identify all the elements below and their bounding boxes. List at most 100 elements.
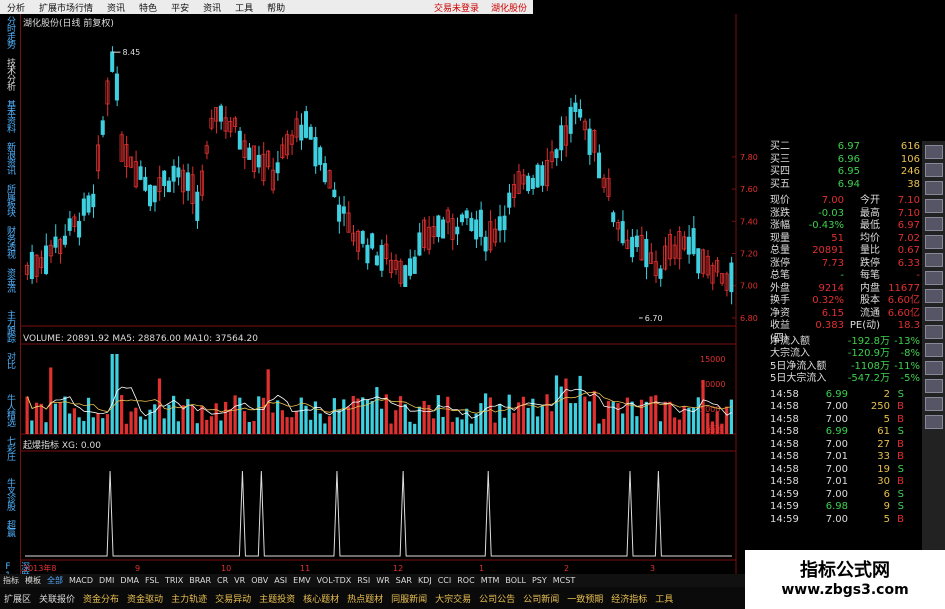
tick-volume: 6 [883, 488, 890, 500]
left-tab[interactable]: 牛人精选 [2, 394, 18, 434]
indicator-tab[interactable]: OBV [248, 576, 271, 585]
left-tab[interactable]: 基本资料 [2, 100, 18, 140]
left-tab[interactable]: 分时走势 [2, 16, 18, 56]
menu-item[interactable]: 资讯 [100, 1, 132, 14]
tool-icon[interactable] [925, 415, 943, 429]
stat-label: 换手 [770, 295, 790, 306]
indicator-tab[interactable]: MACD [66, 576, 96, 585]
bottom-bar-item[interactable]: 公司新闻 [519, 592, 563, 605]
candle-body [176, 167, 181, 178]
candle-body [256, 154, 261, 168]
indicator-tab[interactable]: KDJ [415, 576, 435, 585]
volume-bar [110, 354, 114, 434]
menu-status[interactable]: 交易未登录 [428, 1, 485, 14]
menu-item[interactable]: 特色 [132, 1, 164, 14]
volume-bar [242, 411, 247, 434]
indicator-tab[interactable]: BOLL [502, 576, 529, 585]
indicator-tab[interactable]: 模板 [22, 575, 44, 586]
tool-icon[interactable] [925, 145, 943, 159]
menu-status[interactable]: 湖化股份 [485, 1, 533, 14]
bottom-bar-item[interactable]: 资金驱动 [123, 592, 167, 605]
left-tab[interactable]: 资金流 [2, 268, 18, 308]
left-tab[interactable]: 七彩庄 [2, 436, 18, 476]
tool-icon[interactable] [925, 397, 943, 411]
left-tab[interactable]: 技术分析 [2, 58, 18, 98]
tool-icon[interactable] [925, 181, 943, 195]
indicator-tab[interactable]: 指标 [0, 575, 22, 586]
left-tab[interactable]: 超赢 [2, 520, 18, 560]
left-tab[interactable]: 新浪资讯 [2, 142, 18, 182]
tick-price: 6.99 [825, 388, 848, 400]
bottom-bar-item[interactable]: 主力轨迹 [167, 592, 211, 605]
tool-icon[interactable] [925, 253, 943, 267]
indicator-tab[interactable]: VR [231, 576, 248, 585]
candle-body [110, 51, 115, 72]
tick-volume: 61 [877, 426, 890, 437]
indicator-tab[interactable]: TRIX [162, 576, 186, 585]
indicator-tab[interactable]: SAR [393, 576, 415, 585]
bottom-bar-item[interactable]: 大宗交易 [431, 592, 475, 605]
tool-icon[interactable] [925, 217, 943, 231]
menu-bar: 分析 扩展市场行情 资讯 特色 平安 资讯 工具 帮助 交易未登录 湖化股份 [0, 0, 533, 14]
tool-icon[interactable] [925, 325, 943, 339]
indicator-tab[interactable]: DMA [117, 576, 142, 585]
menu-item[interactable]: 扩展市场行情 [32, 1, 100, 14]
indicator-tab[interactable]: ASI [271, 576, 290, 585]
indicator-tab[interactable]: CR [214, 576, 231, 585]
tool-icon[interactable] [925, 289, 943, 303]
volume-bar [621, 413, 625, 434]
bottom-bar-item[interactable]: 资金分布 [79, 592, 123, 605]
indicator-tab[interactable]: DMI [96, 576, 117, 585]
bottom-bar-item[interactable]: 核心题材 [299, 592, 343, 605]
bottom-bar-item[interactable]: 热点题材 [343, 592, 387, 605]
indicator-tab[interactable]: CCI [435, 576, 455, 585]
bottom-bar-item[interactable]: 公司公告 [475, 592, 519, 605]
tool-icon[interactable] [925, 379, 943, 393]
indicator-tab[interactable]: WR [373, 576, 392, 585]
tool-icon[interactable] [925, 163, 943, 177]
indicator-tab[interactable]: FSL [142, 576, 162, 585]
left-tab[interactable]: 主力跟踪 [2, 310, 18, 350]
menu-item[interactable]: 分析 [0, 1, 32, 14]
quote-row: 现价 7.00 今开 7.10 [770, 195, 945, 208]
indicator-tab[interactable]: BRAR [186, 576, 214, 585]
bottom-bar-item[interactable]: 扩展区 [0, 592, 35, 605]
bottom-bar-item[interactable]: 一致预期 [563, 592, 607, 605]
bottom-bar-item[interactable]: 关联报价 [35, 592, 79, 605]
menu-item[interactable]: 资讯 [196, 1, 228, 14]
left-tab-bar: 分时走势技术分析基本资料新浪资讯所属板块财务透视资金流主力跟踪对比牛人精选七彩庄… [0, 14, 29, 589]
indicator-tab[interactable]: MCST [550, 576, 578, 585]
bottom-bar-item[interactable]: 经济指标 [607, 592, 651, 605]
volume-bar [82, 420, 86, 434]
volume-bar [630, 401, 634, 434]
tool-icon[interactable] [925, 199, 943, 213]
left-tab[interactable]: 财务透视 [2, 226, 18, 266]
left-tab[interactable]: 对比 [2, 352, 18, 392]
menu-item[interactable]: 帮助 [260, 1, 292, 14]
tool-icon[interactable] [925, 271, 943, 285]
menu-item[interactable]: 平安 [164, 1, 196, 14]
x-axis-label: 2 [564, 564, 569, 573]
bottom-bar-item[interactable]: 交易异动 [211, 592, 255, 605]
tool-icon[interactable] [925, 361, 943, 375]
menu-item[interactable]: 工具 [228, 1, 260, 14]
indicator-tab[interactable]: MTM [478, 576, 503, 585]
tool-icon[interactable] [925, 235, 943, 249]
bottom-bar-item[interactable]: 工具 [651, 592, 677, 605]
tool-icon[interactable] [925, 307, 943, 321]
tick-price: 6.98 [825, 501, 848, 512]
left-tab[interactable]: 所属板块 [2, 184, 18, 224]
tool-icon[interactable] [925, 343, 943, 357]
indicator-tab[interactable]: VOL-TDX [314, 576, 355, 585]
left-tab[interactable]: 牛叉诊股 [2, 478, 18, 518]
indicator-tab[interactable]: PSY [529, 576, 550, 585]
tick-volume: 30 [877, 476, 890, 487]
indicator-tab[interactable]: 全部 [44, 575, 66, 586]
bottom-bar-item[interactable]: 同服新闻 [387, 592, 431, 605]
indicator-tab[interactable]: RSI [354, 576, 373, 585]
candle-body [365, 244, 370, 264]
indicator-tab[interactable]: ROC [454, 576, 477, 585]
bottom-bar-item[interactable]: 主题投资 [255, 592, 299, 605]
indicator-tab[interactable]: EMV [290, 576, 313, 585]
candle-body [152, 185, 157, 203]
